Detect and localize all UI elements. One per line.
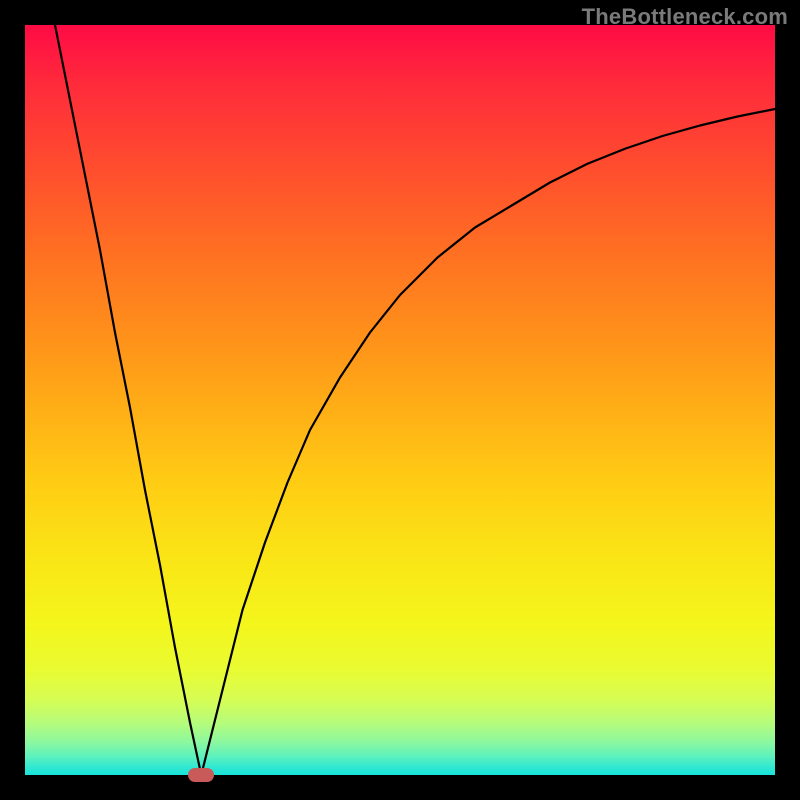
curve-left-branch (55, 25, 201, 775)
watermark-text: TheBottleneck.com (582, 4, 788, 30)
chart-curve (25, 25, 775, 775)
curve-right-branch (201, 109, 775, 775)
minimum-marker (188, 768, 214, 782)
chart-frame: TheBottleneck.com (0, 0, 800, 800)
chart-plot-area (25, 25, 775, 775)
